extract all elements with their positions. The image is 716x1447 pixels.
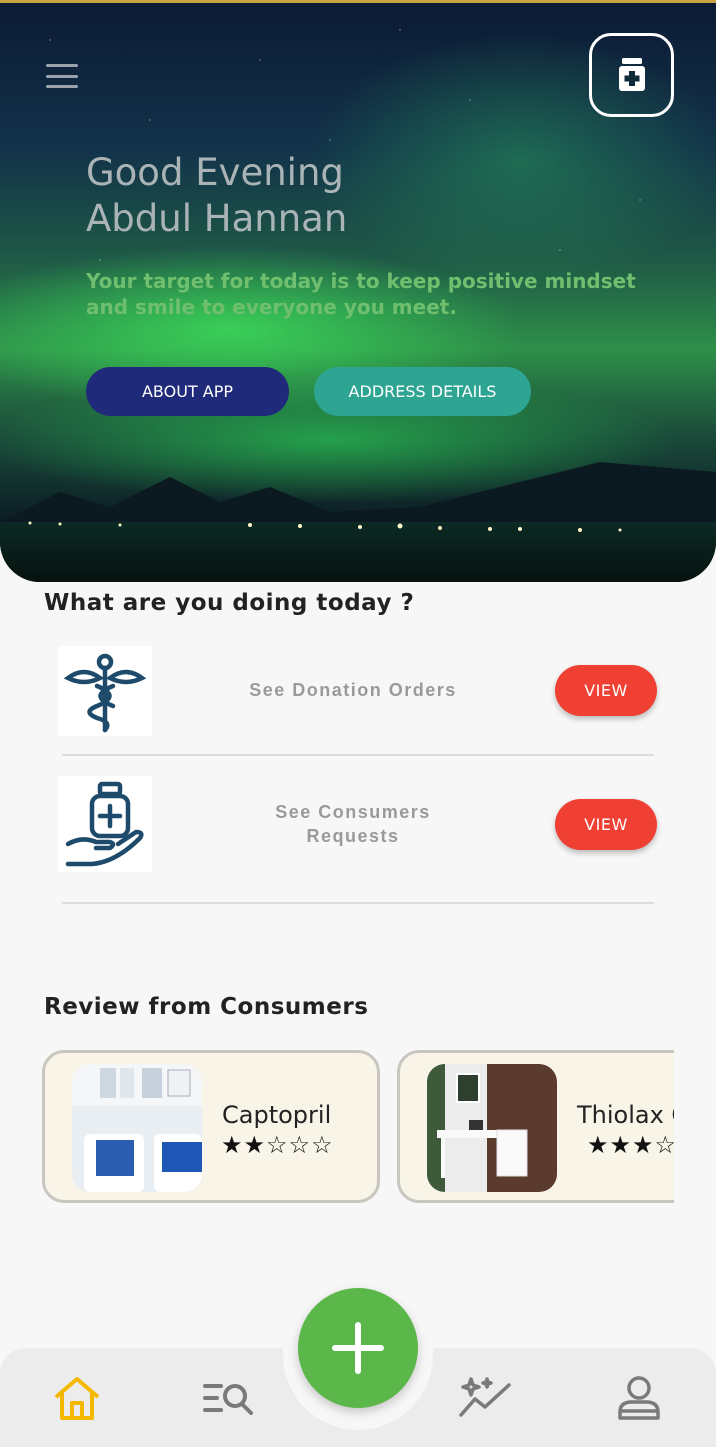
medicine-hand-icon	[58, 776, 152, 872]
home-icon	[54, 1377, 100, 1420]
review-product-image	[427, 1064, 557, 1192]
add-icon	[332, 1322, 384, 1374]
sparkle-chart-icon	[459, 1377, 511, 1417]
top-accent-line	[0, 0, 716, 3]
view-consumer-requests-button[interactable]: VIEW	[555, 799, 657, 850]
divider	[62, 902, 654, 904]
reviews-section-title: Review from Consumers	[44, 994, 369, 1020]
donation-orders-label: See Donation Orders	[249, 680, 457, 700]
profile-icon	[618, 1376, 660, 1420]
greeting-line: Good Evening	[86, 151, 344, 194]
review-product-name: Thiolax C	[577, 1101, 674, 1129]
review-card[interactable]: Thiolax C ★★★☆☆	[397, 1050, 674, 1203]
hamburger-menu-icon[interactable]	[46, 64, 78, 88]
nav-search[interactable]	[201, 1372, 257, 1424]
consumer-requests-label: See Consumers Requests	[275, 802, 431, 846]
rating-stars: ★★☆☆☆	[221, 1132, 334, 1159]
donation-orders-row: See Donation Orders VIEW	[58, 646, 658, 746]
daily-target-text: Your target for today is to keep positiv…	[86, 269, 636, 319]
consumer-requests-row: See Consumers Requests VIEW	[58, 776, 658, 876]
rating-stars: ★★★☆☆	[587, 1132, 674, 1159]
view-donation-orders-button[interactable]: VIEW	[555, 665, 657, 716]
medicine-bottle-icon	[618, 58, 645, 91]
search-list-icon	[203, 1384, 253, 1415]
city-lights	[28, 521, 622, 532]
review-card[interactable]: Captopril ★★☆☆☆	[42, 1050, 380, 1203]
review-product-name: Captopril	[222, 1101, 332, 1129]
nav-insights[interactable]	[457, 1372, 513, 1424]
actions-section-title: What are you doing today ?	[44, 590, 415, 616]
add-button[interactable]	[298, 1288, 418, 1408]
greeting-text: Good Evening Abdul Hannan	[86, 150, 347, 242]
medicine-bottle-button[interactable]	[589, 33, 674, 117]
divider	[62, 754, 654, 756]
user-name: Abdul Hannan	[86, 197, 348, 240]
caduceus-icon	[58, 646, 152, 736]
about-app-button[interactable]: ABOUT APP	[86, 367, 289, 416]
nav-profile[interactable]	[611, 1372, 667, 1424]
reviews-carousel[interactable]: Captopril ★★☆☆☆ Thiolax C ★★★☆☆	[42, 1050, 674, 1204]
address-details-button[interactable]: ADDRESS DETAILS	[314, 367, 531, 416]
nav-home[interactable]	[49, 1372, 105, 1424]
review-product-image	[72, 1064, 202, 1192]
